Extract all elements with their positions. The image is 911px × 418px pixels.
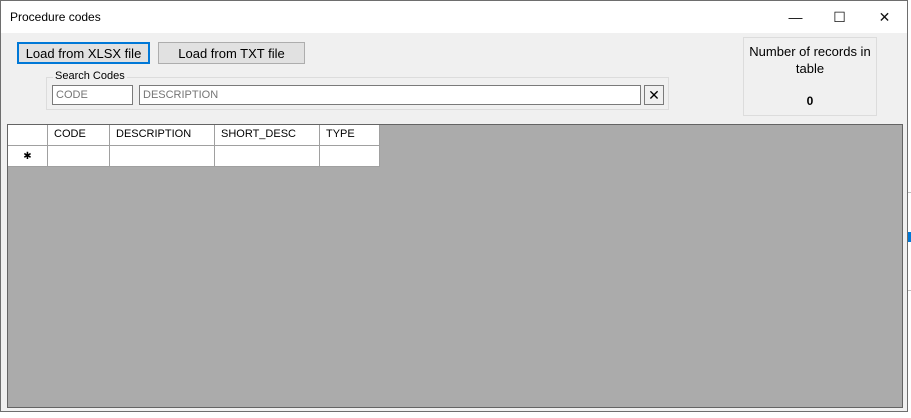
- records-label: Number of records in table: [749, 44, 871, 76]
- records-count: 0: [806, 94, 814, 108]
- column-header-code[interactable]: CODE: [48, 125, 110, 146]
- new-row-description-cell[interactable]: [110, 146, 215, 167]
- new-row[interactable]: ✱: [8, 146, 380, 167]
- clear-search-button[interactable]: ✕: [644, 85, 664, 105]
- new-row-type-cell[interactable]: [320, 146, 380, 167]
- grid-header-row: CODE DESCRIPTION SHORT_DESC TYPE: [8, 125, 380, 146]
- clear-icon: ✕: [648, 86, 660, 103]
- procedure-codes-window: Procedure codes — ☐ ✕ Load from XLSX fil…: [0, 0, 908, 412]
- minimize-icon[interactable]: —: [773, 1, 818, 33]
- code-search-input[interactable]: [52, 85, 133, 105]
- grid-corner-header[interactable]: [8, 125, 48, 146]
- records-panel: Number of records in table 0: [743, 37, 877, 116]
- window-title: Procedure codes: [10, 10, 101, 24]
- new-row-code-cell[interactable]: [48, 146, 110, 167]
- load-txt-button[interactable]: Load from TXT file: [158, 42, 305, 64]
- maximize-icon[interactable]: ☐: [817, 1, 862, 33]
- title-bar[interactable]: Procedure codes — ☐ ✕: [1, 1, 907, 33]
- new-row-short-desc-cell[interactable]: [215, 146, 320, 167]
- load-xlsx-button[interactable]: Load from XLSX file: [17, 42, 150, 64]
- column-header-description[interactable]: DESCRIPTION: [110, 125, 215, 146]
- close-icon[interactable]: ✕: [862, 1, 907, 33]
- description-search-input[interactable]: [139, 85, 641, 105]
- column-header-short-desc[interactable]: SHORT_DESC: [215, 125, 320, 146]
- codes-grid[interactable]: CODE DESCRIPTION SHORT_DESC TYPE ✱: [7, 124, 903, 408]
- new-row-marker-icon[interactable]: ✱: [8, 146, 48, 167]
- search-codes-label: Search Codes: [53, 70, 127, 82]
- column-header-type[interactable]: TYPE: [320, 125, 380, 146]
